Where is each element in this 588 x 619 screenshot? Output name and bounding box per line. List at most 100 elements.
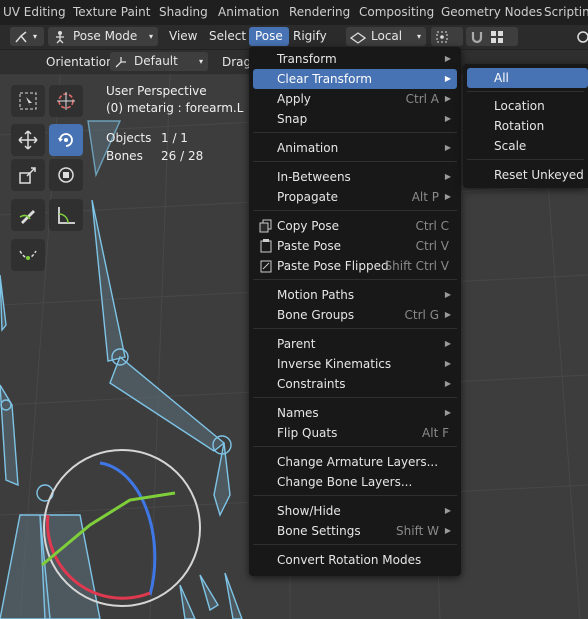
menu-item-animation[interactable]: Animation ▶ [253, 138, 457, 158]
chevron-down-icon: ▾ [148, 32, 153, 41]
menu-item-clear-all[interactable]: All [467, 68, 588, 88]
submenu-arrow-icon: ▶ [444, 310, 451, 319]
transform-tool[interactable] [49, 159, 83, 191]
move-icon [18, 130, 38, 150]
menu-item-propagate[interactable]: Propagate Alt P ▶ [253, 187, 457, 207]
transform-icon [58, 167, 74, 183]
menu-separator [467, 91, 584, 92]
menu-separator [253, 161, 457, 162]
clear-transform-submenu: All Location Rotation Scale Reset Unkeye… [463, 64, 588, 188]
scale-icon [19, 167, 36, 184]
stats-bones-label: Bones [106, 149, 143, 163]
submenu-arrow-icon: ▶ [444, 114, 451, 123]
tab-rendering[interactable]: Rendering [289, 5, 350, 19]
scale-tool[interactable] [11, 159, 45, 191]
menu-item-in-betweens[interactable]: In-Betweens ▶ [253, 167, 457, 187]
transform-orientation-select[interactable]: Default ▾ [110, 52, 208, 71]
menu-item-paste-pose-flipped[interactable]: Paste Pose Flipped Shift Ctrl V [253, 256, 457, 276]
submenu-arrow-icon: ▶ [444, 339, 451, 348]
pivot-icon [436, 31, 448, 43]
submenu-arrow-icon: ▶ [444, 506, 451, 515]
menu-item-reset-unkeyed[interactable]: Reset Unkeyed [467, 165, 588, 185]
menu-item-bone-groups[interactable]: Bone Groups Ctrl G ▶ [253, 305, 457, 325]
tab-shading[interactable]: Shading [159, 5, 208, 19]
chevron-down-icon: ▾ [198, 57, 203, 66]
submenu-arrow-icon: ▶ [444, 172, 451, 181]
pose-mode-icon [56, 31, 64, 44]
snap-grid-icon [491, 31, 503, 43]
tab-scripting[interactable]: Scripting [544, 5, 588, 19]
snap-group[interactable] [466, 27, 518, 46]
menu-separator [253, 397, 457, 398]
measure-tool[interactable] [49, 199, 83, 231]
tab-compositing[interactable]: Compositing [359, 5, 434, 19]
cursor-icon [57, 92, 75, 110]
annotate-tool[interactable] [11, 199, 45, 231]
orientation-label: Local [371, 29, 403, 43]
menu-item-clear-location[interactable]: Location [467, 96, 588, 116]
copy-icon [259, 219, 272, 233]
menu-item-transform[interactable]: Transform ▶ [253, 49, 457, 69]
menu-separator [253, 495, 457, 496]
submenu-arrow-icon: ▶ [444, 408, 451, 417]
menu-pose[interactable]: Pose [249, 27, 289, 46]
menu-item-parent[interactable]: Parent ▶ [253, 334, 457, 354]
menu-separator [253, 328, 457, 329]
cursor-tool[interactable] [49, 85, 83, 117]
stats-objects-value: 1 / 1 [161, 131, 188, 145]
global-axes-icon [115, 57, 126, 68]
submenu-arrow-icon: ▶ [444, 526, 451, 535]
menu-item-bone-settings[interactable]: Bone Settings Shift W ▶ [253, 521, 457, 541]
menu-item-change-armature-layers[interactable]: Change Armature Layers... [253, 452, 457, 472]
menu-item-clear-transform[interactable]: Clear Transform ▶ [253, 69, 457, 89]
select-box-tool[interactable] [11, 85, 45, 117]
menu-select[interactable]: Select [203, 27, 252, 46]
tab-texture-paint[interactable]: Texture Paint [73, 5, 150, 19]
paste-icon [260, 239, 272, 253]
mode-select[interactable]: Pose Mode ▾ [48, 27, 158, 46]
menu-separator [253, 210, 457, 211]
proportional-edit-icon[interactable] [576, 30, 588, 44]
relax-pose-tool[interactable] [11, 239, 45, 271]
tab-geometry-nodes[interactable]: Geometry Nodes [441, 5, 542, 19]
menu-item-constraints[interactable]: Constraints ▶ [253, 374, 457, 394]
submenu-arrow-icon: ▶ [444, 359, 451, 368]
relax-pose-icon [19, 250, 37, 260]
menu-item-snap[interactable]: Snap ▶ [253, 109, 457, 129]
menu-item-apply[interactable]: Apply Ctrl A ▶ [253, 89, 457, 109]
pose-menu: Transform ▶ Clear Transform ▶ Apply Ctrl A ▶… [249, 47, 461, 576]
menu-item-paste-pose[interactable]: Paste Pose Ctrl V [253, 236, 457, 256]
editor-type-button[interactable]: ▾ [10, 27, 44, 46]
chevron-down-icon: ▾ [33, 32, 38, 41]
paste-flipped-icon [260, 260, 272, 273]
armature-bones [0, 120, 243, 619]
menu-item-motion-paths[interactable]: Motion Paths ▶ [253, 285, 457, 305]
menu-item-clear-rotation[interactable]: Rotation [467, 116, 588, 136]
menu-item-flip-quats[interactable]: Flip Quats Alt F [253, 423, 457, 443]
menu-item-clear-scale[interactable]: Scale [467, 136, 588, 156]
pivot-point-select[interactable] [431, 27, 463, 46]
menu-view[interactable]: View [163, 27, 203, 46]
menu-item-inverse-kinematics[interactable]: Inverse Kinematics ▶ [253, 354, 457, 374]
mode-label: Pose Mode [73, 29, 138, 43]
orientation-select[interactable]: Local ▾ [346, 27, 426, 46]
menu-item-show-hide[interactable]: Show/Hide ▶ [253, 501, 457, 521]
move-tool[interactable] [11, 124, 45, 156]
menu-separator [467, 159, 584, 160]
menu-item-copy-pose[interactable]: Copy Pose Ctrl C [253, 216, 457, 236]
submenu-arrow-icon: ▶ [444, 74, 451, 83]
tab-animation[interactable]: Animation [218, 5, 279, 19]
menu-item-change-bone-layers[interactable]: Change Bone Layers... [253, 472, 457, 492]
submenu-arrow-icon: ▶ [444, 54, 451, 63]
orientation-heading: Orientation: [46, 55, 118, 69]
submenu-arrow-icon: ▶ [444, 192, 451, 201]
rotate-tool[interactable] [49, 124, 83, 156]
annotate-icon [19, 210, 35, 224]
menu-item-names[interactable]: Names ▶ [253, 403, 457, 423]
menu-item-convert-rotation-modes[interactable]: Convert Rotation Modes [253, 550, 457, 570]
active-object-label: (0) metarig : forearm.L [106, 101, 244, 115]
submenu-arrow-icon: ▶ [444, 94, 451, 103]
tab-uv-editing[interactable]: UV Editing [3, 5, 66, 19]
rotate-icon [58, 133, 73, 147]
menu-rigify[interactable]: Rigify [287, 27, 333, 46]
